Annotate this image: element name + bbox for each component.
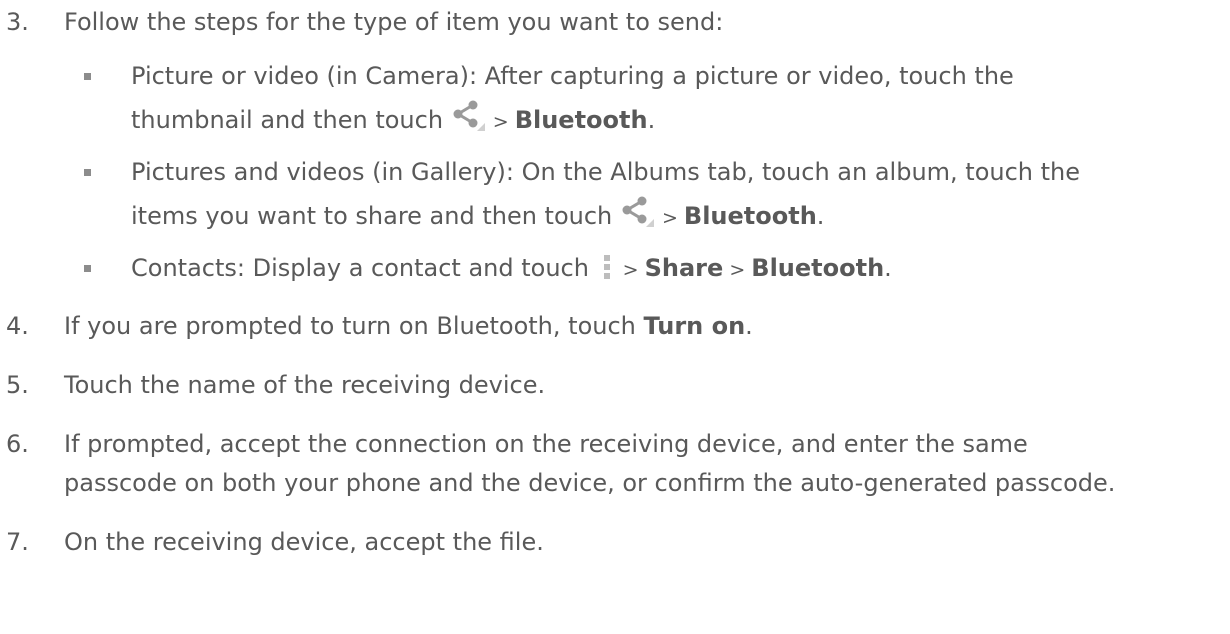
share-icon bbox=[451, 100, 487, 140]
substep-gallery-line1: Pictures and videos (in Gallery): On the… bbox=[131, 156, 1080, 188]
bold-label: Turn on bbox=[643, 312, 746, 340]
step-text: Touch the name of the receiving device. bbox=[64, 371, 546, 399]
substep-text: thumbnail and then touch bbox=[131, 106, 451, 134]
step-number: 3. bbox=[6, 8, 29, 36]
separator: > bbox=[616, 259, 645, 281]
substep-camera-line2: thumbnail and then touch > Bluetooth. bbox=[131, 100, 655, 140]
step-text: passcode on both your phone and the devi… bbox=[64, 469, 1116, 497]
punctuation: . bbox=[816, 202, 825, 230]
punctuation: . bbox=[647, 106, 656, 134]
step-text: If you are prompted to turn on Bluetooth… bbox=[64, 310, 753, 342]
bullet-marker bbox=[84, 265, 91, 272]
step-text: If prompted, accept the connection on th… bbox=[64, 430, 1028, 458]
step-text: On the receiving device, accept the file… bbox=[64, 528, 544, 556]
step-number: 5. bbox=[6, 371, 29, 399]
bold-label: Bluetooth bbox=[751, 254, 885, 282]
step-number: 4. bbox=[6, 312, 29, 340]
substep-gallery-line2: items you want to share and then touch >… bbox=[131, 196, 824, 236]
substep-text: Picture or video (in Camera): After capt… bbox=[131, 62, 1014, 90]
bullet-marker bbox=[84, 169, 91, 176]
punctuation: . bbox=[745, 312, 753, 340]
substep-contacts: Contacts: Display a contact and touch > … bbox=[131, 252, 892, 288]
step-text: Follow the steps for the type of item yo… bbox=[64, 8, 724, 36]
share-icon bbox=[620, 196, 656, 236]
bold-label: Share bbox=[644, 254, 724, 282]
substep-text: Contacts: Display a contact and touch bbox=[131, 254, 597, 282]
bold-label: Bluetooth bbox=[514, 106, 648, 134]
substep-camera-line1: Picture or video (in Camera): After capt… bbox=[131, 60, 1014, 92]
separator: > bbox=[723, 259, 752, 281]
overflow-menu-icon bbox=[603, 254, 611, 288]
bullet-marker bbox=[84, 73, 91, 80]
step-number: 7. bbox=[6, 528, 29, 556]
step-number: 6. bbox=[6, 430, 29, 458]
substep-text: items you want to share and then touch bbox=[131, 202, 620, 230]
substep-text: Pictures and videos (in Gallery): On the… bbox=[131, 158, 1081, 186]
separator: > bbox=[655, 207, 684, 229]
bold-label: Bluetooth bbox=[683, 202, 817, 230]
step-text-part: If you are prompted to turn on Bluetooth… bbox=[64, 312, 644, 340]
separator: > bbox=[486, 111, 515, 133]
punctuation: . bbox=[884, 254, 892, 282]
